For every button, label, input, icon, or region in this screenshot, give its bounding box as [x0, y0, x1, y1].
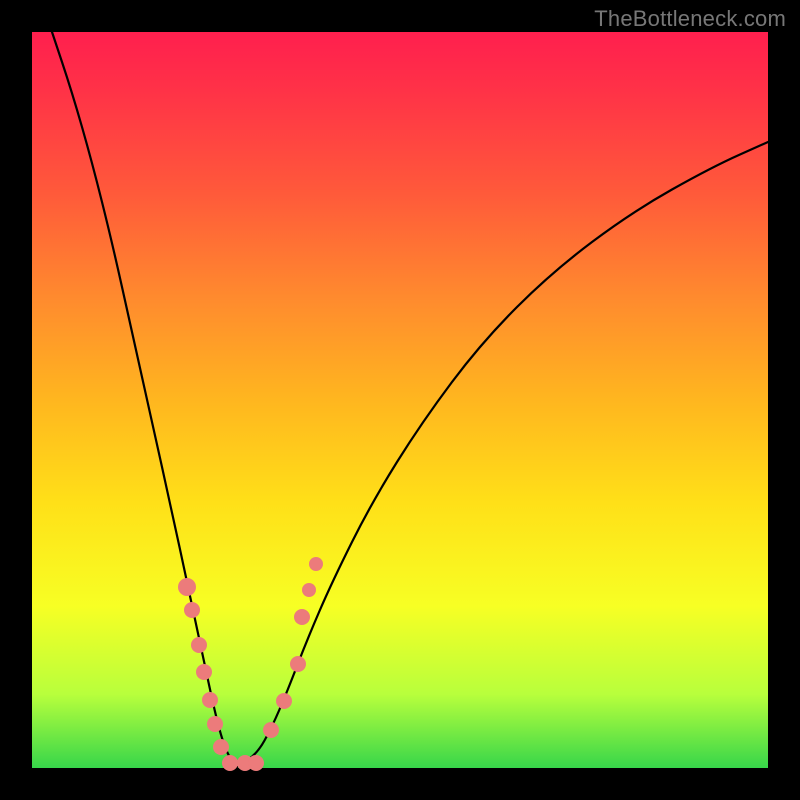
gradient-panel — [32, 32, 768, 768]
data-dot — [191, 637, 207, 653]
data-dot — [294, 609, 310, 625]
dot-group — [178, 557, 323, 771]
data-dot — [290, 656, 306, 672]
data-dot — [248, 755, 264, 771]
data-dot — [178, 578, 196, 596]
watermark-text: TheBottleneck.com — [594, 6, 786, 32]
data-dot — [213, 739, 229, 755]
data-dot — [184, 602, 200, 618]
data-dot — [196, 664, 212, 680]
chart-stage: TheBottleneck.com — [0, 0, 800, 800]
curve-right — [237, 142, 768, 767]
curve-left — [52, 32, 237, 767]
data-dot — [202, 692, 218, 708]
data-dot — [263, 722, 279, 738]
data-dot — [207, 716, 223, 732]
data-dot — [276, 693, 292, 709]
curve-svg — [32, 32, 768, 768]
data-dot — [309, 557, 323, 571]
data-dot — [222, 755, 238, 771]
data-dot — [302, 583, 316, 597]
